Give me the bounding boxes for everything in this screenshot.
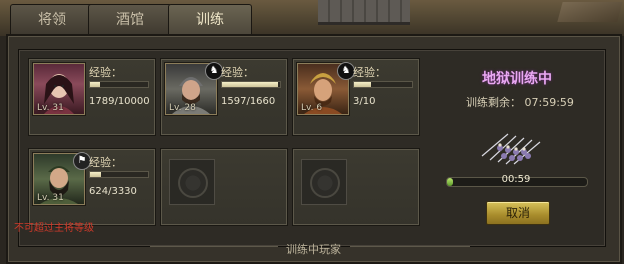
training-remaining: 训练剩余： 07:59:59	[466, 96, 574, 109]
training-players-label: 训练中玩家	[286, 243, 341, 256]
exp-bar-fill	[90, 82, 101, 87]
exp-bar-fill	[354, 82, 372, 87]
cancel-button[interactable]: 取消	[486, 201, 550, 225]
empty-slot-icon	[301, 159, 347, 205]
exp-bar-fill	[90, 172, 102, 177]
hell-training-title: 地狱训练中	[482, 71, 552, 87]
general-portrait: Lv. 31	[33, 63, 85, 115]
exp-bar	[221, 81, 281, 88]
tab-tavern[interactable]: 酒馆	[88, 4, 172, 35]
exp-bar	[89, 171, 149, 178]
troops-icon	[481, 133, 541, 165]
level-warning: 不可超过主将等级	[14, 223, 94, 234]
exp-label: 经验：	[89, 156, 122, 169]
exp-bar	[89, 81, 149, 88]
empty-slot[interactable]	[292, 148, 420, 226]
exp-label: 经验：	[353, 66, 386, 79]
castle-wall	[318, 0, 410, 25]
exp-value: 624/3330	[89, 186, 137, 197]
tab-training[interactable]: 训练	[168, 4, 252, 37]
empty-slot[interactable]	[160, 148, 288, 226]
exp-value: 1789/10000	[89, 96, 150, 107]
general-level: Lv. 31	[37, 193, 64, 203]
exp-label: 经验：	[89, 66, 122, 79]
building-roof	[557, 2, 623, 22]
training-progress-text: 00:59	[501, 174, 531, 185]
general-slot-4[interactable]: Lv. 31 ⚑ 经验： 624/3330	[28, 148, 156, 226]
exp-bar	[353, 81, 413, 88]
divider-left	[150, 246, 278, 247]
empty-slot-icon	[169, 159, 215, 205]
general-level: Lv. 31	[37, 103, 64, 113]
exp-label: 经验：	[221, 66, 254, 79]
exp-value: 1597/1660	[221, 96, 276, 107]
general-slot-1[interactable]: Lv. 31 经验： 1789/10000	[28, 58, 156, 136]
exp-value: 3/10	[353, 96, 376, 107]
tab-generals[interactable]: 将领	[10, 4, 94, 35]
general-slot-2[interactable]: Lv. 28 ♞ 经验： 1597/1660	[160, 58, 288, 136]
general-level: Lv. 28	[169, 103, 196, 113]
exp-bar-fill	[222, 82, 278, 87]
general-level: Lv. 6	[301, 103, 323, 113]
general-slot-3[interactable]: Lv. 6 ♞ 经验： 3/10	[292, 58, 420, 136]
divider-right	[350, 246, 470, 247]
